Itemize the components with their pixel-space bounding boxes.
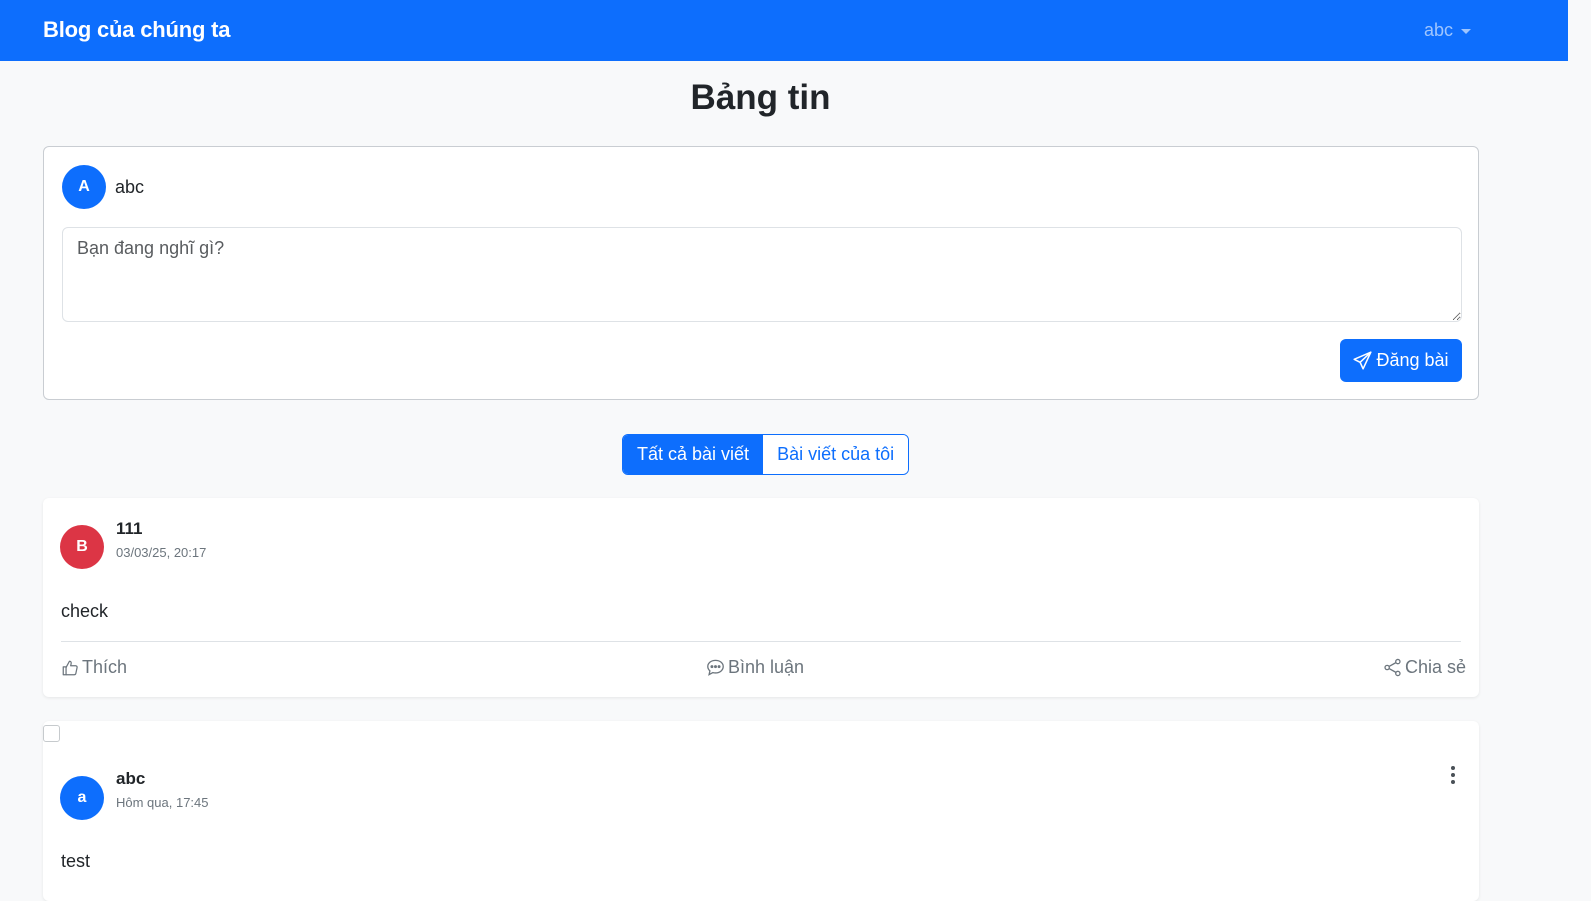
post-author: abc: [116, 769, 146, 788]
post-composer: A abc Đăng bài: [43, 146, 1479, 400]
tab-all-posts[interactable]: Tất cả bài viết: [623, 435, 764, 474]
post-content-input[interactable]: [62, 227, 1462, 322]
caret-down-icon: [1461, 29, 1472, 34]
comment-label: Bình luận: [728, 657, 805, 677]
post-card: a abc Hôm qua, 17:45 test: [43, 721, 1479, 901]
chat-bubble-icon: [707, 659, 724, 676]
post-divider: [61, 641, 1461, 642]
top-navbar: Blog của chúng ta abc: [0, 0, 1568, 61]
comment-button[interactable]: Bình luận: [706, 657, 804, 678]
share-icon: [1384, 658, 1401, 677]
send-icon: [1353, 351, 1373, 370]
like-button[interactable]: Thích: [61, 657, 127, 678]
composer-avatar: A: [62, 165, 106, 209]
thumbs-up-icon: [62, 660, 78, 675]
post-button-label: Đăng bài: [1376, 350, 1449, 370]
page-title: Bảng tin: [690, 78, 831, 117]
post-content: check: [61, 601, 109, 621]
post-timestamp: Hôm qua, 17:45: [116, 795, 209, 810]
brand-link[interactable]: Blog của chúng ta: [43, 17, 230, 43]
feed-filter-tabs: Tất cả bài viết Bài viết của tôi: [622, 434, 910, 475]
like-label: Thích: [82, 657, 128, 677]
user-dropdown[interactable]: abc: [1424, 20, 1472, 41]
tab-my-posts[interactable]: Bài viết của tôi: [763, 435, 909, 474]
user-dropdown-label: abc: [1424, 20, 1454, 40]
post-select-checkbox[interactable]: [43, 725, 60, 742]
post-author: 111: [116, 519, 143, 538]
more-vertical-icon[interactable]: [1443, 763, 1463, 787]
page-scrollbar[interactable]: [1568, 0, 1591, 898]
share-button[interactable]: Chia sẻ: [1383, 657, 1466, 678]
share-label: Chia sẻ: [1405, 657, 1467, 677]
post-content: test: [61, 851, 91, 871]
author-avatar: B: [60, 525, 104, 569]
composer-username: abc: [115, 177, 145, 197]
author-avatar: a: [60, 776, 104, 820]
post-timestamp: 03/03/25, 20:17: [116, 545, 207, 560]
post-button[interactable]: Đăng bài: [1340, 339, 1462, 382]
post-card: B 111 03/03/25, 20:17 check Thích Bình l…: [43, 498, 1479, 697]
